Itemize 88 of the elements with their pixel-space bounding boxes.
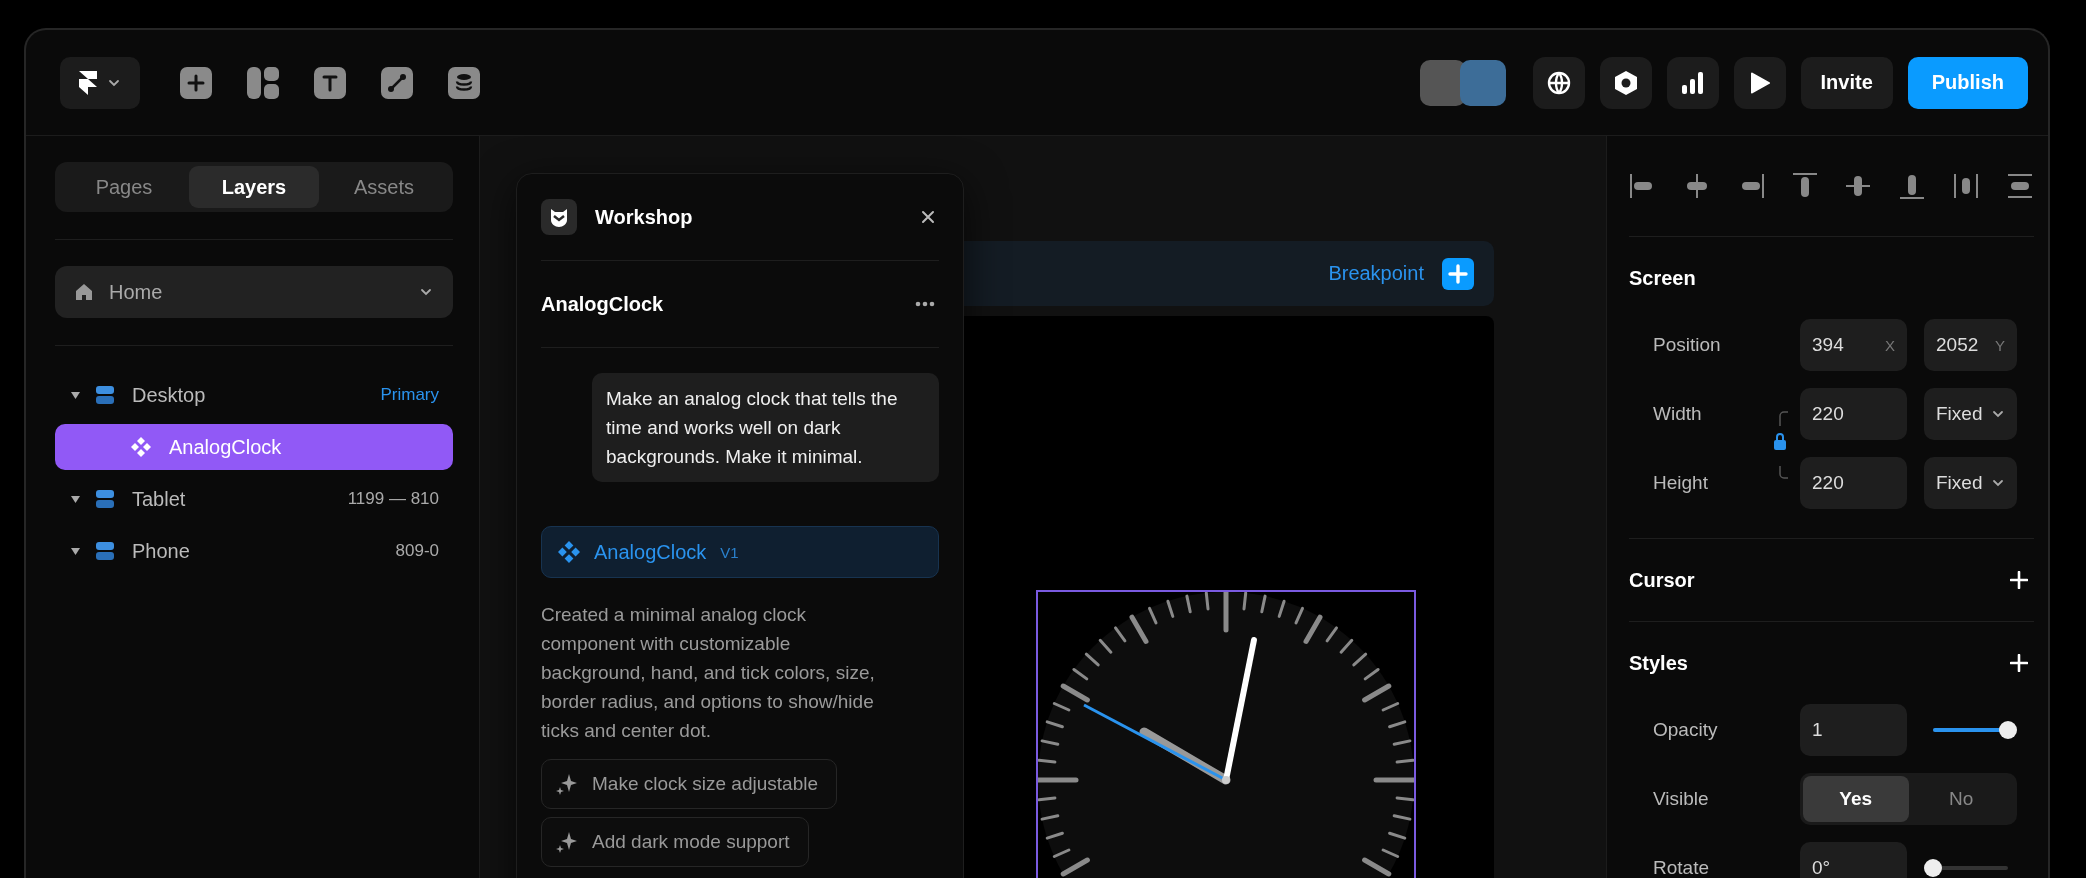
distribute-horizontal-icon[interactable] bbox=[1952, 172, 1981, 200]
hexagon-button[interactable] bbox=[1599, 56, 1652, 109]
globe-button[interactable] bbox=[1532, 56, 1585, 109]
property-label: Rotate bbox=[1653, 857, 1710, 878]
layer-note: 1199 — 810 bbox=[347, 489, 439, 509]
plus-icon bbox=[2010, 654, 2028, 672]
add-button[interactable] bbox=[2010, 571, 2028, 589]
expand-triangle-icon[interactable] bbox=[71, 495, 80, 503]
number-field[interactable]: 220 bbox=[1800, 457, 1907, 509]
distribute-vertical-icon[interactable] bbox=[2005, 172, 2034, 200]
close-icon bbox=[921, 210, 935, 224]
avatar bbox=[1459, 59, 1506, 106]
layer-note: Primary bbox=[380, 385, 439, 405]
layer-name: Phone bbox=[132, 539, 191, 563]
layer-name: Tablet bbox=[132, 487, 187, 511]
property-label: Visible bbox=[1653, 788, 1710, 810]
breakpoint-icon bbox=[96, 386, 114, 404]
sizing-dropdown[interactable]: Fixed bbox=[1924, 457, 2017, 509]
section-title: Cursor bbox=[1629, 568, 1695, 592]
slider-thumb[interactable] bbox=[1924, 859, 1942, 877]
panel-title: Workshop bbox=[595, 205, 694, 229]
property-label: Opacity bbox=[1653, 719, 1719, 741]
insert-icon[interactable] bbox=[180, 66, 212, 99]
page-dropdown[interactable]: Home bbox=[55, 266, 453, 318]
property-label: Height bbox=[1653, 472, 1709, 494]
layer-name: Desktop bbox=[132, 383, 207, 407]
align-bottom-icon[interactable] bbox=[1898, 172, 1927, 200]
suggestion-button[interactable]: Make clock size adjustable bbox=[541, 759, 837, 809]
align-top-icon[interactable] bbox=[1790, 172, 1819, 200]
logo-icon bbox=[79, 70, 97, 95]
layer-note: 809-0 bbox=[395, 541, 439, 561]
invite-button[interactable]: Invite bbox=[1800, 56, 1893, 109]
axis-label: Y bbox=[1995, 336, 2005, 354]
slider-thumb[interactable] bbox=[1999, 721, 2017, 739]
globe-icon bbox=[1546, 70, 1571, 95]
number-field[interactable]: 220 bbox=[1800, 388, 1907, 440]
more-icon bbox=[915, 301, 935, 307]
tab[interactable]: Assets bbox=[319, 166, 449, 208]
play-icon bbox=[1749, 71, 1770, 94]
number-field[interactable]: 0° bbox=[1800, 842, 1907, 878]
breakpoint-icon bbox=[96, 542, 114, 560]
workshop-icon bbox=[541, 199, 577, 235]
layer-row[interactable]: Phone 809-0 bbox=[55, 528, 453, 574]
bar-chart-button[interactable] bbox=[1666, 56, 1719, 109]
layout-icon[interactable] bbox=[247, 66, 279, 99]
section-title: Styles bbox=[1629, 651, 1688, 675]
summary-text: Created a minimal analog clock component with customizable background, hand, and tick colors, size, border radius, and options to show/hide ticks and center dot. bbox=[541, 603, 876, 743]
property-label: Position bbox=[1653, 334, 1722, 356]
sparkle-icon bbox=[556, 773, 578, 795]
layer-row[interactable]: Tablet 1199 — 810 bbox=[55, 476, 453, 522]
segment-option[interactable]: No bbox=[1908, 776, 2014, 822]
vector-icon[interactable] bbox=[381, 66, 413, 99]
number-field[interactable]: 394 X bbox=[1800, 319, 1907, 371]
layer-name: AnalogClock bbox=[169, 435, 283, 459]
breakpoint-icon bbox=[96, 490, 114, 508]
plus-icon bbox=[2010, 571, 2028, 589]
plus-icon bbox=[1442, 257, 1474, 290]
sizing-dropdown[interactable]: Fixed bbox=[1924, 388, 2017, 440]
component-result-button[interactable]: AnalogClock V1 bbox=[541, 526, 939, 578]
component-title: AnalogClock bbox=[541, 292, 664, 316]
version-label: V1 bbox=[720, 543, 739, 561]
expand-triangle-icon[interactable] bbox=[71, 547, 80, 555]
aspect-lock-icon[interactable] bbox=[1772, 410, 1790, 480]
add-button[interactable] bbox=[2010, 654, 2028, 672]
sparkle-icon bbox=[556, 831, 578, 853]
play-button[interactable] bbox=[1733, 56, 1786, 109]
layer-row[interactable]: AnalogClock bbox=[55, 424, 453, 470]
breakpoint-button[interactable]: Breakpoint bbox=[1328, 257, 1474, 290]
component-icon bbox=[131, 437, 151, 457]
number-field[interactable]: 2052 Y bbox=[1924, 319, 2017, 371]
app-menu-button[interactable] bbox=[60, 56, 140, 109]
layer-row[interactable]: Desktop Primary bbox=[55, 372, 453, 418]
component-icon bbox=[558, 541, 580, 563]
database-icon[interactable] bbox=[448, 66, 480, 99]
bar-chart-icon bbox=[1681, 71, 1704, 94]
expand-triangle-icon[interactable] bbox=[71, 391, 80, 399]
tab[interactable]: Layers bbox=[189, 166, 319, 208]
suggestion-button[interactable]: Add dark mode support bbox=[541, 817, 809, 867]
hexagon-icon bbox=[1614, 70, 1637, 95]
section-title: Screen bbox=[1629, 266, 1696, 290]
number-field[interactable]: 1 bbox=[1800, 704, 1907, 756]
prompt-message: Make an analog clock that tells the time and works well on dark backgrounds. Make it minimal. bbox=[592, 373, 939, 482]
property-label: Width bbox=[1653, 403, 1703, 425]
tab[interactable]: Pages bbox=[59, 166, 189, 208]
segment-option[interactable]: Yes bbox=[1803, 776, 1909, 822]
axis-label: X bbox=[1885, 336, 1895, 354]
home-icon bbox=[75, 283, 93, 301]
text-icon[interactable] bbox=[314, 66, 346, 99]
